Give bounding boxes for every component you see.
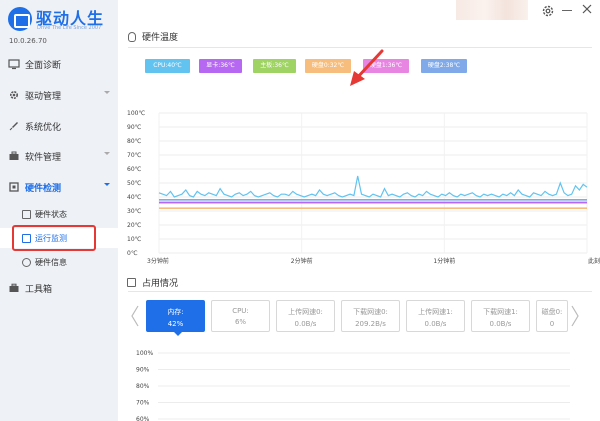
card-name: CPU: [232, 307, 249, 315]
y-tick-label: 80% [136, 383, 150, 390]
sidebar-item-label: 全面诊断 [25, 60, 62, 71]
thermometer-icon [128, 31, 136, 42]
section-hardware-temperature: 硬件温度 [128, 30, 178, 43]
sidebar-item-software-management[interactable]: 软件管理 [0, 142, 118, 170]
card-name: 下载网速0: [353, 308, 388, 316]
divider [128, 47, 592, 48]
section-title: 硬件温度 [142, 33, 179, 43]
sidebar-item-label: 工具箱 [25, 284, 53, 295]
y-tick-label: 100% [136, 350, 153, 357]
annotation-arrow [350, 49, 384, 86]
usage-cards: 内存: 42% CPU: 6% 上传网速0: 0.0B/s 下载网速0: 209… [0, 300, 600, 336]
legend-disk2[interactable]: 硬盘2:38℃ [421, 59, 467, 73]
gear-icon [542, 5, 554, 17]
card-name: 内存: [167, 308, 184, 316]
section-title: 占用情况 [142, 279, 179, 289]
x-tick-label: 2分钟前 [291, 257, 313, 265]
sidebar-item-label: 系统优化 [25, 122, 62, 133]
legend-disk0[interactable]: 硬盘0:32℃ [305, 59, 351, 73]
briefcase-icon [8, 150, 20, 162]
y-tick-label: 90℃ [127, 124, 142, 131]
usage-icon [127, 278, 136, 287]
usage-card-upload1[interactable]: 上传网速1: 0.0B/s [406, 300, 465, 332]
series-line-0 [158, 175, 588, 198]
sidebar-item-label: 软件管理 [25, 152, 62, 163]
usage-card-upload0[interactable]: 上传网速0: 0.0B/s [276, 300, 335, 332]
legend-motherboard[interactable]: 主板:36℃ [253, 59, 296, 73]
sidebar-subitem-label: 硬件状态 [35, 209, 67, 219]
section-usage: 占用情况 [127, 276, 178, 289]
y-tick-label: 100℃ [127, 110, 145, 117]
y-tick-label: 50℃ [127, 180, 142, 187]
sidebar-subitem-label: 硬件信息 [35, 257, 67, 267]
y-tick-label: 60% [136, 416, 150, 421]
card-value: 0.0B/s [294, 320, 317, 328]
chevron-down-icon [104, 183, 110, 186]
sidebar-item-system-optimize[interactable]: 系统优化 [0, 112, 118, 140]
legend-cpu[interactable]: CPU:40℃ [145, 59, 190, 73]
rocket-icon [8, 120, 20, 132]
sidebar-item-label: 硬件检测 [25, 183, 62, 194]
x-tick-label: 3分钟前 [147, 257, 169, 265]
y-tick-label: 0℃ [127, 250, 138, 257]
card-value: 209.2B/s [355, 320, 386, 328]
y-tick-label: 60℃ [127, 166, 142, 173]
card-value: 0.0B/s [489, 320, 512, 328]
status-icon [22, 209, 31, 219]
card-value: 0.0B/s [424, 320, 447, 328]
y-tick-label: 70% [136, 400, 150, 407]
card-value: 6% [234, 318, 247, 326]
sidebar-item-driver-management[interactable]: 驱动管理 [0, 81, 118, 109]
chevron-down-icon [104, 152, 110, 155]
card-value: 42% [167, 320, 184, 328]
card-name: 上传网速1: [418, 308, 453, 316]
sidebar-subitem-hardware-info[interactable]: 硬件信息 [0, 252, 118, 272]
x-tick-label: 此刻 [588, 257, 600, 265]
y-tick-label: 10℃ [127, 236, 142, 243]
annotation-highlight-box [12, 225, 96, 251]
y-tick-label: 90% [136, 367, 150, 374]
sidebar-item-full-diagnosis[interactable]: 全面诊断 [0, 50, 118, 78]
legend-gpu[interactable]: 显卡:36℃ [199, 59, 242, 73]
app-version: 10.0.26.70 [9, 37, 47, 45]
y-tick-label: 30℃ [127, 208, 142, 215]
card-value: 0 [549, 320, 555, 328]
gear-icon [8, 89, 20, 101]
usage-chart: 100% 90% 80% 70% 60% [136, 350, 570, 421]
close-button[interactable] [580, 3, 594, 17]
y-tick-label: 70℃ [127, 152, 142, 159]
info-icon [22, 257, 31, 267]
card-name: 磁盘0: [541, 308, 563, 316]
card-name: 上传网速0: [288, 308, 323, 316]
close-icon [582, 4, 592, 14]
x-tick-label: 1分钟前 [433, 257, 455, 265]
usage-card-disk0[interactable]: 磁盘0: 0 [536, 300, 568, 332]
sidebar-item-label: 驱动管理 [25, 91, 62, 102]
card-name: 下载网速1: [483, 308, 518, 316]
y-tick-label: 20℃ [127, 222, 142, 229]
app-logo [8, 7, 32, 31]
y-tick-label: 80℃ [127, 138, 142, 145]
y-tick-label: 40℃ [127, 194, 142, 201]
usage-card-download1[interactable]: 下载网速1: 0.0B/s [471, 300, 530, 332]
settings-button[interactable] [541, 4, 555, 18]
user-avatar-blurred[interactable] [456, 0, 528, 20]
sidebar-item-toolbox[interactable]: 工具箱 [0, 274, 118, 302]
brand: 驱动人生 Drive The Life Since 2007 10.0.26.7… [0, 0, 118, 50]
app-slogan: Drive The Life Since 2007 [37, 25, 102, 31]
toolbox-icon [8, 282, 20, 294]
usage-card-memory[interactable]: 内存: 42% [146, 300, 205, 336]
chip-icon [8, 181, 20, 193]
monitor-icon [8, 58, 20, 70]
sidebar-item-hardware-detection[interactable]: 硬件检测 [0, 173, 118, 201]
usage-card-cpu[interactable]: CPU: 6% [211, 300, 270, 332]
usage-card-download0[interactable]: 下载网速0: 209.2B/s [341, 300, 400, 332]
temperature-chart: 100℃ 90℃ 80℃ 70℃ 60℃ 50℃ 40℃ 30℃ 20℃ 10℃ 0℃ 3分钟前 2分钟… [127, 110, 600, 265]
divider [128, 291, 592, 292]
chevron-down-icon [104, 91, 110, 94]
sidebar-subitem-hardware-status[interactable]: 硬件状态 [0, 204, 118, 224]
minimize-button[interactable] [562, 10, 572, 11]
